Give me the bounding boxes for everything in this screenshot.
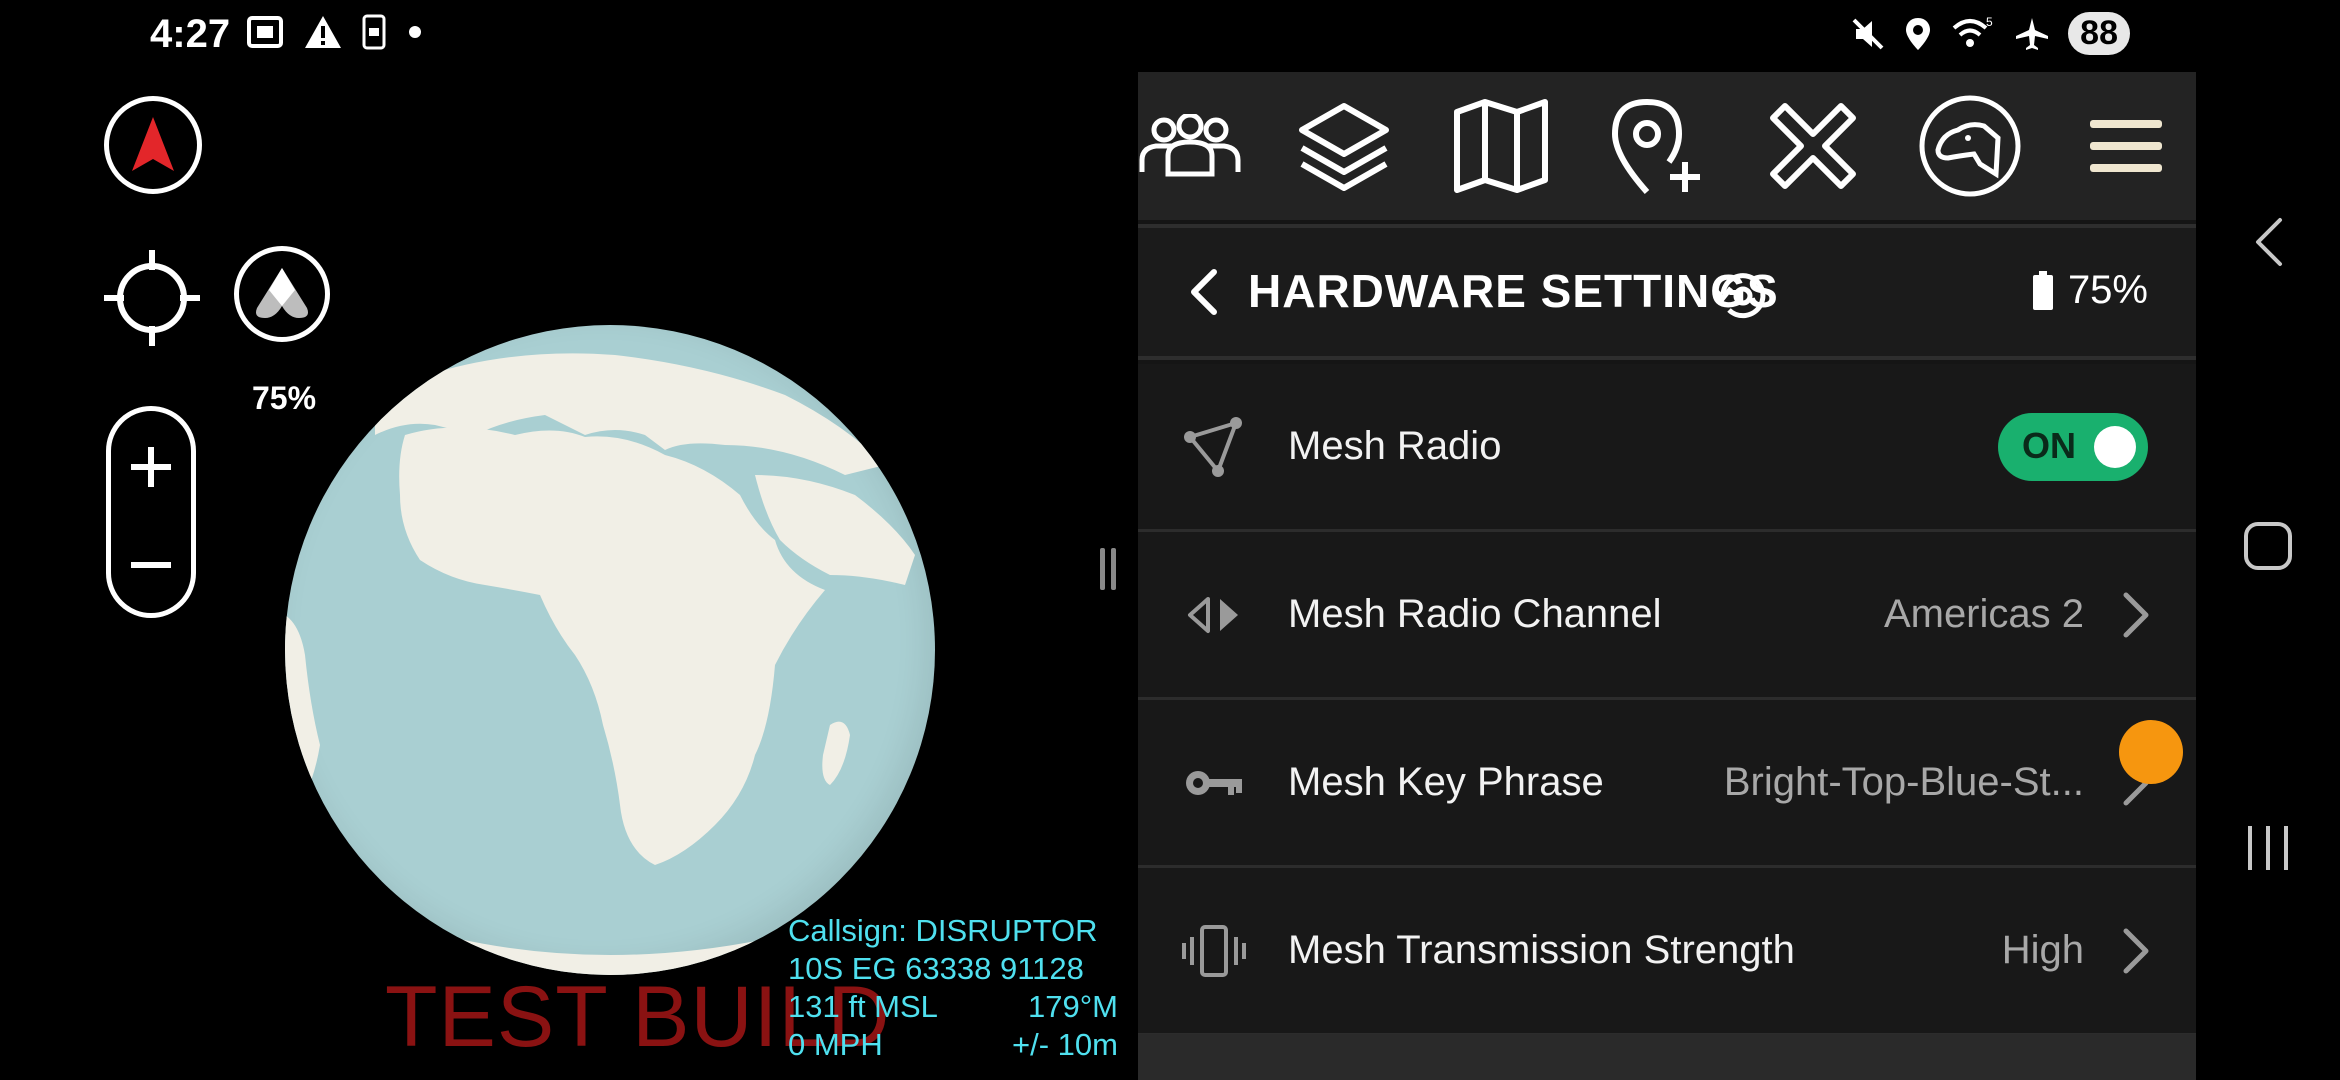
mesh-network-icon [1182, 415, 1246, 479]
speed-text: 0 MPH [788, 1027, 883, 1062]
back-chevron-icon[interactable] [1178, 264, 1234, 320]
accuracy-text: +/- 10m [1012, 1027, 1118, 1062]
mesh-transmission-strength-row[interactable]: Mesh Transmission Strength High [1138, 868, 2196, 1036]
mesh-key-phrase-label: Mesh Key Phrase [1288, 760, 1604, 804]
mesh-radio-row[interactable]: Mesh Radio ON [1138, 364, 2196, 532]
close-button[interactable] [1753, 86, 1873, 206]
settings-panel: HARDWARE SETTINGS 75% Mesh Radio ON Mesh… [1138, 72, 2196, 1080]
toggle-state-label: ON [2022, 424, 2076, 466]
top-toolbar [1138, 72, 2196, 220]
plus-icon [131, 447, 171, 487]
chevron-right-icon [2123, 928, 2149, 973]
mesh-radio-channel-row[interactable]: Mesh Radio Channel Americas 2 [1138, 532, 2196, 700]
heading-text: 179°M [1028, 989, 1118, 1024]
add-pin-icon [1611, 98, 1700, 194]
device-battery-value: 75% [2067, 268, 2148, 312]
compass-button[interactable] [104, 96, 202, 194]
recents-icon [2248, 826, 2288, 870]
map-icon [1453, 99, 1548, 193]
layers-icon [1299, 103, 1390, 191]
channel-arrows-icon [1182, 583, 1246, 647]
location-icon [1906, 17, 1931, 50]
battery-badge: 88 [2068, 12, 2130, 55]
panel-next-section [1138, 1034, 2196, 1080]
panel-drag-handle[interactable] [1100, 548, 1126, 590]
layers-triangle-icon [256, 268, 308, 318]
mesh-radio-channel-label: Mesh Radio Channel [1288, 592, 1662, 636]
menu-icon [2089, 120, 2162, 172]
mesh-radio-channel-value: Americas 2 [1883, 592, 2084, 636]
zoom-in-button[interactable] [111, 417, 191, 517]
zoom-control [106, 406, 196, 618]
dog-icon [1919, 95, 2021, 197]
settings-list: Mesh Radio ON Mesh Radio Channel America… [1138, 364, 2196, 1036]
team-button[interactable] [1138, 86, 1248, 206]
battery-icon [2032, 270, 2053, 310]
toggle-knob [2094, 425, 2136, 468]
position-info: Callsign: DISRUPTOR 10S EG 63338 91128 1… [788, 912, 1118, 1064]
status-right: 5 88 [1850, 12, 2130, 55]
map-view[interactable]: 75% TEST BUILD Callsign: DISRUPTOR 10S E… [0, 0, 1138, 1080]
recenter-button[interactable] [102, 248, 202, 348]
home-icon [2244, 522, 2292, 570]
globe[interactable] [285, 325, 935, 975]
mesh-radio-label: Mesh Radio [1288, 424, 1502, 468]
minus-icon [131, 562, 171, 568]
mesh-key-phrase-row[interactable]: Mesh Key Phrase Bright-Top-Blue-St... [1138, 700, 2196, 868]
north-arrow-icon [132, 117, 174, 171]
device-battery: 75% [2032, 268, 2148, 313]
dog-tracking-button[interactable] [1910, 86, 2030, 206]
reset-settings-icon[interactable] [1711, 264, 1775, 328]
key-icon [1182, 751, 1246, 815]
callsign-text: Callsign: DISRUPTOR [788, 913, 1098, 948]
page-title: HARDWARE SETTINGS [1248, 265, 1779, 317]
settings-header: HARDWARE SETTINGS 75% [1138, 224, 2196, 360]
zoom-out-button[interactable] [111, 515, 191, 615]
nav-recents-button[interactable] [2240, 820, 2296, 876]
close-icon [1770, 103, 1857, 189]
chevron-right-icon [2123, 592, 2149, 637]
africa-landmass [285, 353, 915, 975]
main-menu-button[interactable] [2066, 86, 2186, 206]
altitude-text: 131 ft MSL [788, 989, 938, 1024]
grid-text: 10S EG 63338 91128 [788, 951, 1084, 986]
mesh-transmission-strength-value: High [2001, 928, 2084, 972]
crosshair-icon [104, 250, 200, 346]
airplane-icon [2016, 17, 2049, 50]
mute-icon [1852, 18, 1884, 49]
satellite-opacity-button[interactable] [234, 246, 330, 342]
back-icon [2256, 218, 2282, 266]
wifi-icon: 5 [1952, 16, 1993, 47]
mesh-radio-toggle[interactable]: ON [1998, 412, 2148, 481]
satellite-opacity-value: 75% [252, 380, 317, 416]
layers-button[interactable] [1284, 86, 1404, 206]
vibration-icon [1182, 919, 1246, 983]
nav-back-button[interactable] [2240, 214, 2296, 270]
team-icon [1139, 114, 1241, 177]
mesh-transmission-strength-label: Mesh Transmission Strength [1288, 928, 1795, 972]
add-waypoint-button[interactable] [1597, 86, 1717, 206]
svg-text:5: 5 [1986, 16, 1993, 29]
mesh-key-phrase-value: Bright-Top-Blue-St... [1723, 760, 2084, 804]
map-button[interactable] [1441, 86, 1561, 206]
nav-home-button[interactable] [2240, 518, 2296, 574]
floating-touch-indicator[interactable] [2119, 720, 2183, 784]
